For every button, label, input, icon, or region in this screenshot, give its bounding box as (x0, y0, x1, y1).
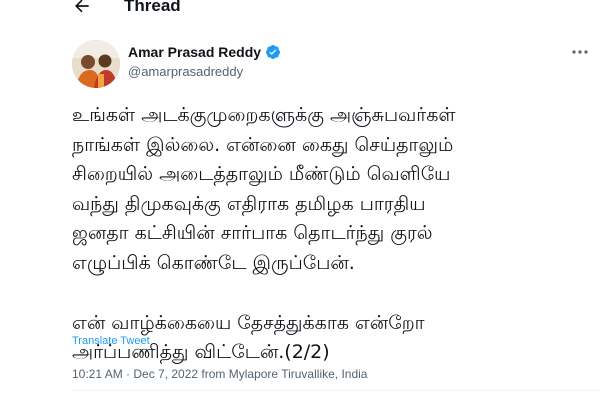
tweet-line: வந்து திமுகவுக்கு எதிராக தமிழக பாரதிய (72, 192, 426, 215)
tweet-line: உங்கள் அடக்குமுறைகளுக்கு அஞ்சுபவர்கள் (72, 104, 456, 126)
tweet-line: என் வாழ்க்கையை தேசத்துக்காக என்றோ (72, 311, 425, 334)
tweet-line: ஜனதா கட்சியின் சார்பாக தொடர்ந்து குரல் (72, 222, 433, 245)
divider (72, 390, 600, 391)
more-options-button[interactable] (568, 44, 592, 60)
author-name[interactable]: Amar Prasad Reddy (128, 43, 261, 61)
tweet-line: எழுப்பிக் கொண்டே இருப்பேன். (72, 251, 355, 274)
translate-tweet-link[interactable]: Translate Tweet (72, 334, 150, 348)
tweet-text: உங்கள் அடக்குமுறைகளுக்கு அஞ்சுபவர்கள் நா… (72, 101, 592, 368)
verified-badge-icon (265, 44, 281, 60)
author-block: Amar Prasad Reddy @amarprasadreddy (128, 43, 281, 81)
tweet-line: சிறையில் அடைத்தாலும் மீண்டும் வெளியே (72, 163, 451, 186)
tweet: Amar Prasad Reddy @amarprasadreddy உங்கள… (0, 0, 600, 401)
author-handle[interactable]: @amarprasadreddy (128, 63, 281, 81)
more-horizontal-icon (571, 49, 589, 55)
tweet-line: அர்ப்பணித்து விட்டேன்.(2/2) (72, 341, 330, 364)
avatar[interactable] (72, 40, 120, 88)
tweet-line: நாங்கள் இல்லை. என்னை கைது செய்தாலும் (72, 133, 454, 156)
tweet-timestamp[interactable]: 10:21 AM · Dec 7, 2022 from Mylapore Tir… (72, 367, 367, 381)
